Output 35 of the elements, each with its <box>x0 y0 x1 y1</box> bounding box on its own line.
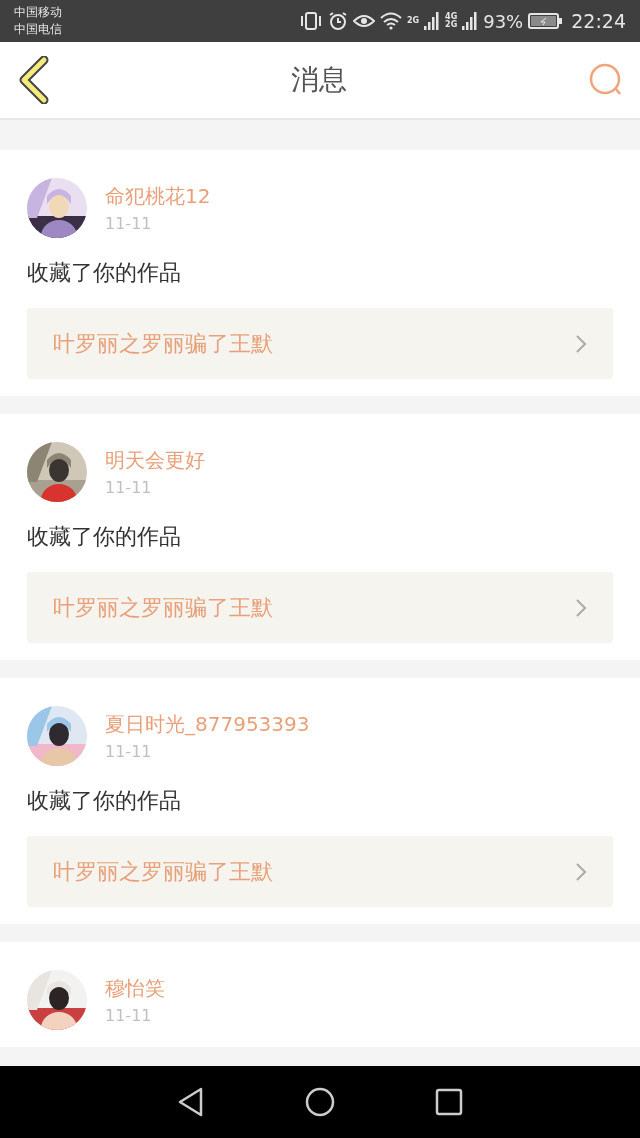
clock-time: 22:24 <box>571 10 626 32</box>
signal-icon <box>424 12 441 30</box>
work-link[interactable]: 叶罗丽之罗丽骗了王默 <box>27 836 613 907</box>
battery-percent: 93% <box>483 10 524 32</box>
network-type: 4G <box>445 13 458 21</box>
wifi-icon <box>379 12 402 30</box>
chevron-right-icon <box>575 333 587 354</box>
user-name[interactable]: 命犯桃花12 <box>105 183 211 210</box>
message-date: 11-11 <box>105 214 153 233</box>
carrier-name: 中国电信 <box>14 21 62 38</box>
network-type: 2G <box>445 21 458 29</box>
user-name[interactable]: 穆怡笑 <box>105 975 165 1002</box>
user-name[interactable]: 明天会更好 <box>105 447 205 474</box>
work-link[interactable]: 叶罗丽之罗丽骗了王默 <box>27 572 613 643</box>
message-text: 收藏了你的作品 <box>27 259 182 287</box>
recents-nav-icon[interactable] <box>435 1088 463 1116</box>
chevron-right-icon <box>575 597 587 618</box>
message-text: 收藏了你的作品 <box>27 787 182 815</box>
message-date: 11-11 <box>105 1006 153 1025</box>
carrier-name: 中国移动 <box>14 4 62 21</box>
home-nav-icon[interactable] <box>305 1087 335 1117</box>
work-link[interactable]: 叶罗丽之罗丽骗了王默 <box>27 308 613 379</box>
back-nav-icon[interactable] <box>177 1087 205 1117</box>
message-text: 收藏了你的作品 <box>27 523 182 551</box>
network-type: 2G <box>406 17 420 25</box>
user-name[interactable]: 夏日时光_877953393 <box>105 711 310 738</box>
battery-icon <box>528 13 563 29</box>
signal-icon <box>462 12 479 30</box>
vibrate-icon <box>298 11 323 31</box>
page-title: 消息 <box>291 62 347 98</box>
alarm-icon <box>327 11 348 31</box>
message-date: 11-11 <box>105 742 153 761</box>
eye-icon <box>352 13 375 29</box>
chevron-right-icon <box>575 861 587 882</box>
message-date: 11-11 <box>105 478 153 497</box>
